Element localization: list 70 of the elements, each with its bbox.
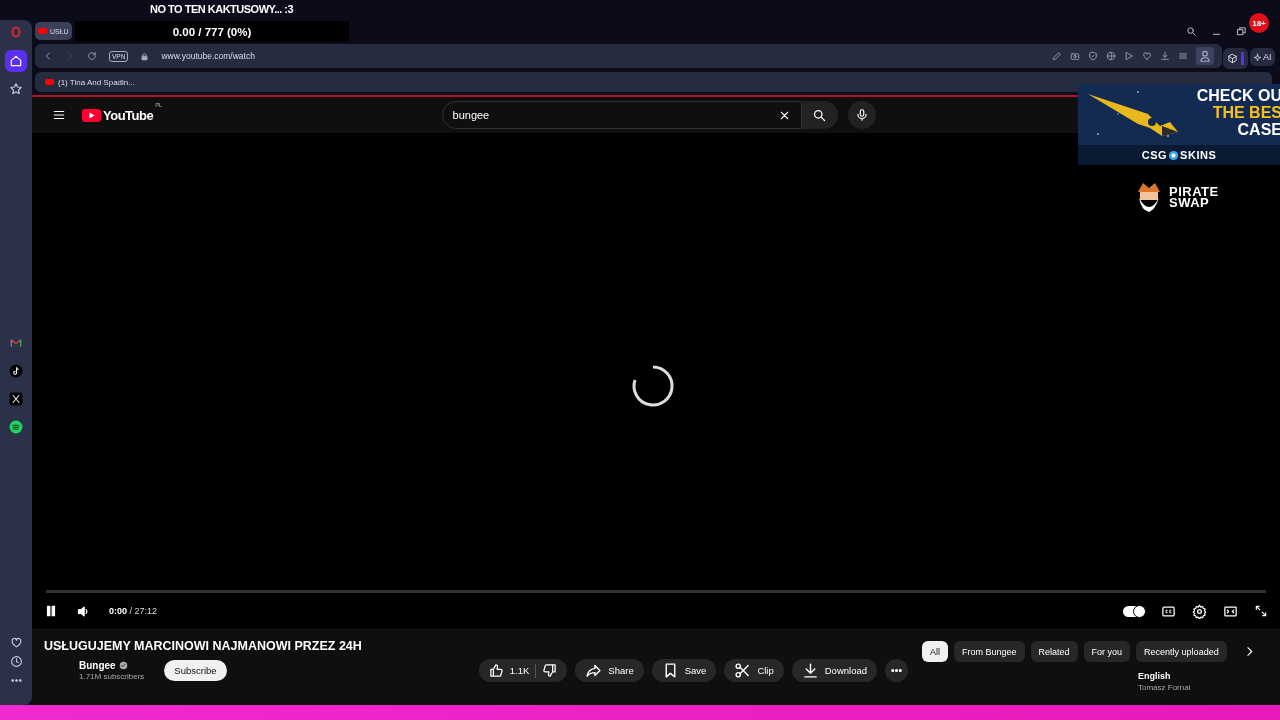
heart-icon[interactable] — [9, 636, 23, 649]
sponsor-logo-text: SWAP — [1169, 197, 1210, 208]
channel-name[interactable]: Bungee — [79, 660, 116, 671]
age-badge: 18+ — [1249, 13, 1269, 33]
target-icon — [1168, 149, 1180, 161]
share-icon[interactable] — [585, 662, 603, 679]
like-count[interactable]: 1.1K — [509, 665, 530, 676]
opera-logo-icon[interactable] — [10, 26, 22, 38]
theater-icon[interactable] — [1223, 603, 1238, 619]
user-icon[interactable] — [1196, 47, 1214, 65]
time-display: 0:00 / 27:12 — [109, 606, 158, 616]
ad-brand: SKINS — [1180, 149, 1217, 161]
mic-icon — [854, 108, 869, 122]
sparkle-icon — [1253, 52, 1262, 62]
fullscreen-icon[interactable] — [1254, 604, 1268, 618]
share-button[interactable]: Share — [575, 659, 644, 682]
sponsor-logo-text: PIRATE — [1169, 186, 1219, 197]
clock-icon[interactable] — [9, 655, 23, 668]
restore-icon[interactable] — [1236, 25, 1247, 37]
reload-icon[interactable] — [87, 51, 97, 61]
settings-icon[interactable] — [1192, 603, 1207, 619]
loading-spinner-icon — [630, 363, 676, 409]
pause-icon[interactable] — [44, 604, 58, 618]
thumbs-down-icon[interactable] — [542, 663, 558, 678]
address-field[interactable]: www.youtube.com/watch — [161, 51, 255, 61]
scissors-icon[interactable] — [734, 662, 752, 679]
search-button[interactable] — [801, 101, 838, 129]
download-icon[interactable] — [801, 662, 819, 679]
bookmark-link[interactable]: (1) Tina And Spadin... — [58, 77, 135, 87]
lock-icon — [140, 51, 150, 61]
subscriber-count: 1.71M subscribers — [79, 672, 145, 681]
filter-chip[interactable]: Related — [1030, 641, 1078, 662]
youtube-icon — [45, 79, 54, 85]
progress-track[interactable] — [46, 590, 1266, 593]
search-icon — [812, 107, 828, 123]
cube-icon[interactable] — [1227, 53, 1238, 64]
filter-chip[interactable]: From Bungee — [954, 641, 1025, 662]
pirate-icon — [1135, 180, 1163, 214]
youtube-icon — [38, 28, 47, 34]
video-item-channel: Tomasz Fornal — [1138, 683, 1192, 692]
download-button[interactable]: Download — [791, 659, 877, 682]
autoplay-toggle[interactable] — [1123, 605, 1145, 617]
video-item-title[interactable]: English — [1138, 671, 1280, 681]
filter-chip[interactable]: For you — [1083, 641, 1131, 662]
ad-brand: CSG — [1141, 149, 1168, 161]
mic-button[interactable] — [847, 101, 876, 129]
globe-icon[interactable] — [1106, 51, 1116, 61]
play-outline-icon[interactable] — [1124, 51, 1134, 61]
video-title: USŁUGUJEMY MARCINOWI NAJMANOWI PRZEZ 24H — [44, 639, 362, 653]
edit-icon[interactable] — [1052, 51, 1062, 61]
stream-caption: NO TO TEN KAKTUSOWY... :3 — [150, 3, 294, 15]
camera-icon[interactable] — [1070, 51, 1080, 61]
clip-button[interactable]: Clip — [724, 659, 784, 682]
thumbs-up-icon[interactable] — [488, 663, 504, 678]
ai-button[interactable]: AI — [1250, 48, 1275, 66]
search-icon[interactable] — [1186, 25, 1197, 37]
accent-bar — [1241, 52, 1244, 65]
goal-counter: 0.00 / 777 (0%) — [75, 21, 349, 42]
play-logo-icon[interactable] — [82, 108, 101, 122]
save-button[interactable]: Save — [651, 659, 717, 682]
more-button[interactable] — [885, 659, 908, 682]
shield-icon[interactable] — [1088, 51, 1098, 61]
menu-icon[interactable] — [52, 108, 66, 122]
subscribe-button[interactable]: Subscribe — [164, 660, 227, 681]
back-icon[interactable] — [43, 51, 53, 61]
filter-chip[interactable]: Recently uploaded — [1136, 641, 1227, 662]
captions-icon[interactable] — [1161, 603, 1176, 619]
heart-icon[interactable] — [1142, 51, 1152, 61]
filter-chip[interactable]: All — [922, 641, 948, 662]
youtube-logo-text[interactable]: YouTube — [103, 107, 154, 123]
